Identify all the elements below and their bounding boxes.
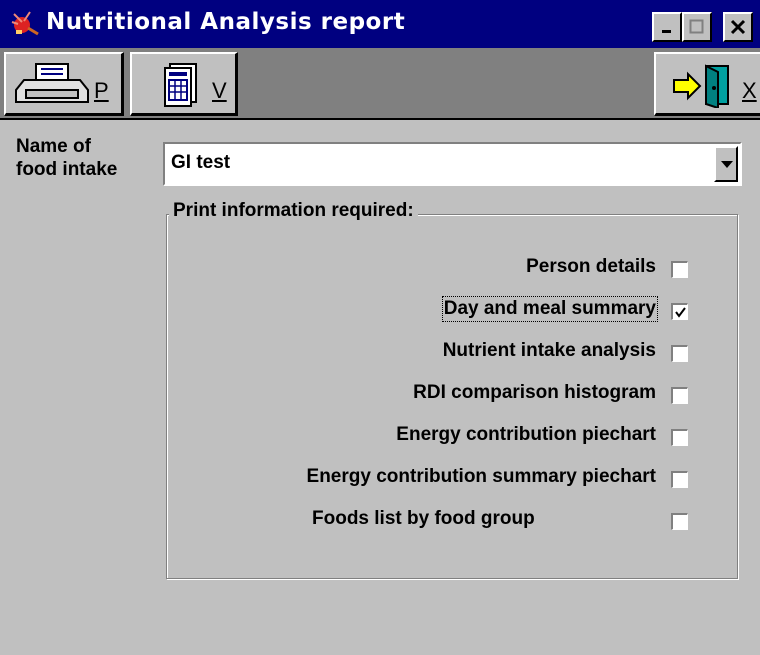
checkbox-energy-piechart[interactable] <box>671 429 688 446</box>
print-shortcut-key: P <box>94 78 109 103</box>
checkbox-foods-list[interactable] <box>671 513 688 530</box>
food-intake-dropdown[interactable]: GI test <box>163 142 742 186</box>
report-view-icon <box>164 63 197 107</box>
maximize-icon <box>689 19 704 34</box>
window-title: Nutritional Analysis report <box>46 9 406 35</box>
title-bar: Nutritional Analysis report <box>0 0 760 48</box>
option-label-foods-list: Foods list by food group <box>312 508 535 529</box>
view-shortcut-key: V <box>212 78 227 103</box>
checkbox-energy-summary-piechart[interactable] <box>671 471 688 488</box>
option-label-nutrient-intake: Nutrient intake analysis <box>442 340 656 361</box>
checkbox-person-details[interactable] <box>671 261 688 278</box>
dropdown-arrow-button[interactable] <box>714 146 738 182</box>
food-intake-value: GI test <box>171 152 231 173</box>
option-label-person-details: Person details <box>526 256 656 277</box>
option-label-energy-piechart: Energy contribution piechart <box>396 424 656 445</box>
chevron-down-icon <box>721 161 733 168</box>
group-title: Print information required: <box>169 200 418 222</box>
toolbar: P V X <box>0 48 760 120</box>
view-button[interactable]: V <box>130 52 238 116</box>
print-button[interactable]: P <box>4 52 124 116</box>
checkbox-day-meal-summary[interactable] <box>671 303 688 320</box>
food-intake-label: Name of food intake <box>16 136 118 180</box>
app-icon <box>11 11 39 36</box>
exit-shortcut-key: X <box>742 78 757 103</box>
option-label-day-meal-summary: Day and meal summary <box>441 296 659 322</box>
printer-icon <box>15 63 89 103</box>
checkbox-nutrient-intake[interactable] <box>671 345 688 362</box>
close-button[interactable] <box>723 12 753 42</box>
minimize-icon <box>662 30 671 33</box>
option-label-rdi-histogram: RDI comparison histogram <box>413 382 656 403</box>
checkmark-icon <box>675 307 686 318</box>
option-label-energy-summary-piechart: Energy contribution summary piechart <box>306 466 656 487</box>
maximize-button[interactable] <box>682 12 712 42</box>
exit-button[interactable]: X <box>654 52 760 116</box>
exit-door-icon <box>673 64 729 108</box>
checkbox-rdi-histogram[interactable] <box>671 387 688 404</box>
close-icon <box>730 19 746 35</box>
minimize-button[interactable] <box>652 12 682 42</box>
